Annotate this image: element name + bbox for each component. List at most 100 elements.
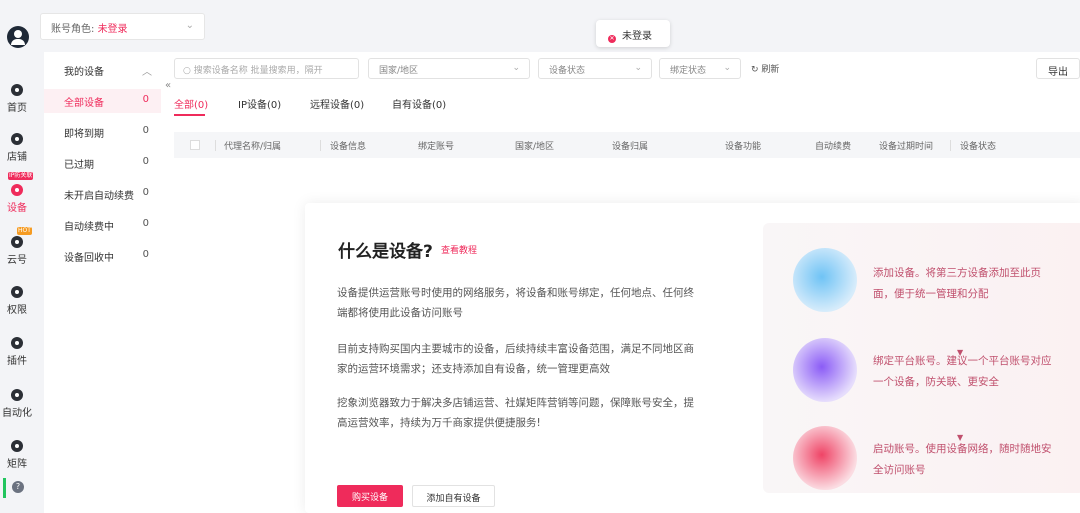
country-select[interactable]: 国家/地区 ⌄ — [368, 58, 530, 79]
col-header: 国家/地区 — [515, 142, 555, 152]
device-menu-title: 我的设备 — [64, 67, 104, 78]
status-select[interactable]: 设备状态 ⌄ — [538, 58, 652, 79]
chevron-down-icon: ⌄ — [723, 63, 731, 73]
launch-account-illustration — [793, 426, 857, 490]
refresh-button[interactable]: ↻ 刷新 — [751, 62, 779, 75]
role-value: 未登录 — [97, 24, 128, 35]
nav-matrix[interactable]: 矩阵 — [0, 440, 34, 470]
buy-device-button[interactable]: 购买设备 — [337, 485, 403, 507]
nav-cloud-number[interactable]: 云号 — [0, 236, 34, 266]
permission-icon — [11, 286, 23, 298]
menu-item-autorenew[interactable]: 自动续费中 0 — [44, 213, 161, 237]
country-placeholder: 国家/地区 — [379, 66, 419, 76]
menu-item-recycling[interactable]: 设备回收中 0 — [44, 244, 161, 268]
select-all-checkbox[interactable] — [190, 140, 200, 150]
col-header: 自动续费 — [815, 142, 852, 152]
nav-store[interactable]: 店铺 — [0, 133, 34, 163]
ip-badge: IP防关联 — [8, 172, 34, 180]
matrix-icon — [11, 440, 23, 452]
table-header: 代理名称/归属 设备信息 绑定账号 国家/地区 设备归属 设备功能 自动续费 设… — [174, 132, 1080, 158]
col-header: 设备信息 — [330, 142, 367, 152]
nav-store-label: 店铺 — [7, 152, 27, 163]
step-2-text: 绑定平台账号。建议一个平台账号对应一个设备，防关联、更安全 — [873, 355, 1052, 388]
step-3-text: 启动账号。使用设备网络，随时随地安全访问账号 — [873, 443, 1052, 476]
export-button[interactable]: 导出 — [1036, 58, 1080, 79]
device-menu-header[interactable]: 我的设备 ︿ — [64, 63, 152, 78]
empty-paragraph: 挖象浏览器致力于解决多店铺运营、社媒矩阵营销等问题，保障账号安全，提高运营效率，… — [337, 397, 694, 429]
menu-item-all[interactable]: 全部设备 0 — [44, 89, 161, 113]
menu-item-count: 0 — [142, 156, 149, 167]
menu-item-count: 0 — [142, 249, 149, 260]
empty-title: 什么是设备? — [338, 242, 433, 262]
menu-item-expiring[interactable]: 即将到期 0 — [44, 120, 161, 144]
nav-permission[interactable]: 权限 — [0, 286, 34, 316]
store-icon — [11, 133, 23, 145]
search-icon: ○ — [183, 66, 191, 76]
nav-cloud-label: 云号 — [7, 255, 27, 266]
nav-permission-label: 权限 — [7, 305, 27, 316]
user-avatar[interactable] — [7, 26, 29, 48]
left-nav-rail: 首页 店铺 设备 IP防关联 云号 HOT 权限 插件 自动化 矩阵 ? — [0, 0, 34, 513]
empty-paragraph: 设备提供运营账号时使用的网络服务，将设备和账号绑定，任何地点、任何终端都将使用此… — [337, 287, 694, 319]
collapse-icon[interactable]: « — [165, 80, 171, 91]
nav-automation-label: 自动化 — [2, 408, 32, 419]
empty-paragraph: 目前支持购买国内主要城市的设备，后续持续丰富设备范围，满足不同地区商家的运营环境… — [337, 343, 694, 375]
home-icon — [11, 84, 23, 96]
menu-item-count: 0 — [142, 218, 149, 229]
chevron-up-icon: ︿ — [142, 67, 152, 78]
search-input[interactable]: ○ 搜索设备名称 批量搜索用，隔开 — [174, 58, 359, 79]
col-header: 绑定账号 — [418, 142, 455, 152]
status-placeholder: 设备状态 — [549, 66, 586, 76]
steps-panel: 添加设备。将第三方设备添加至此页面，便于统一管理和分配 ▼ 绑定平台账号。建议一… — [763, 223, 1080, 493]
tab-ip-device[interactable]: IP设备(0) — [238, 96, 281, 111]
active-tab-indicator — [174, 114, 205, 116]
menu-item-label: 自动续费中 — [64, 222, 114, 233]
chevron-down-icon: ⌄ — [185, 20, 194, 31]
add-device-illustration — [793, 248, 857, 312]
automation-icon — [11, 389, 23, 401]
help-icon[interactable]: ? — [12, 481, 24, 493]
role-select[interactable]: 账号角色: 未登录 ⌄ — [40, 13, 205, 40]
col-header: 设备过期时间 — [879, 142, 934, 152]
tab-own-device[interactable]: 自有设备(0) — [392, 96, 446, 111]
empty-state-card: 什么是设备? 查看教程 设备提供运营账号时使用的网络服务，将设备和账号绑定，任何… — [305, 203, 1080, 513]
chevron-down-icon: ⌄ — [634, 63, 642, 73]
chevron-down-icon: ⌄ — [512, 63, 520, 73]
col-header: 设备状态 — [960, 142, 997, 152]
cloud-number-icon — [11, 236, 23, 248]
add-own-device-button[interactable]: 添加自有设备 — [412, 485, 495, 507]
refresh-icon: ↻ — [751, 65, 759, 75]
menu-item-label: 全部设备 — [64, 98, 104, 109]
nav-plugin[interactable]: 插件 — [0, 337, 34, 367]
nav-device[interactable]: 设备 — [0, 180, 34, 220]
col-header: 设备功能 — [725, 142, 762, 152]
device-icon — [11, 184, 23, 196]
menu-item-count: 0 — [142, 187, 149, 198]
bind-status-select[interactable]: 绑定状态 ⌄ — [659, 58, 741, 79]
nav-automation[interactable]: 自动化 — [0, 389, 34, 419]
menu-item-label: 已过期 — [64, 160, 94, 171]
plugin-icon — [11, 337, 23, 349]
tutorial-link[interactable]: 查看教程 — [441, 243, 477, 256]
menu-item-label: 即将到期 — [64, 129, 104, 140]
col-header: 代理名称/归属 — [224, 142, 282, 152]
main-content: « ○ 搜索设备名称 批量搜索用，隔开 国家/地区 ⌄ 设备状态 ⌄ 绑定状态 … — [161, 52, 1080, 513]
hot-badge: HOT — [17, 227, 32, 235]
nav-device-label: 设备 — [7, 203, 27, 214]
nav-home[interactable]: 首页 — [0, 84, 34, 114]
search-placeholder: 搜索设备名称 批量搜索用，隔开 — [193, 66, 323, 76]
menu-item-expired[interactable]: 已过期 0 — [44, 151, 161, 175]
menu-item-no-autorenew[interactable]: 未开启自动续费 0 — [44, 182, 161, 206]
nav-matrix-label: 矩阵 — [7, 459, 27, 470]
refresh-label: 刷新 — [761, 65, 780, 75]
device-menu: 我的设备 ︿ 全部设备 0 即将到期 0 已过期 0 未开启自动续费 0 自动续… — [44, 52, 161, 513]
not-logged-in-toast: ✕ 未登录 — [596, 20, 670, 47]
bind-account-illustration — [793, 338, 857, 402]
menu-item-count: 0 — [142, 125, 149, 136]
menu-item-label: 未开启自动续费 — [64, 191, 134, 202]
toast-text: 未登录 — [622, 31, 652, 42]
menu-item-count: 0 — [142, 94, 149, 105]
close-circle-icon: ✕ — [608, 35, 616, 43]
tab-all[interactable]: 全部(0) — [174, 96, 208, 111]
tab-remote-device[interactable]: 远程设备(0) — [310, 96, 364, 111]
